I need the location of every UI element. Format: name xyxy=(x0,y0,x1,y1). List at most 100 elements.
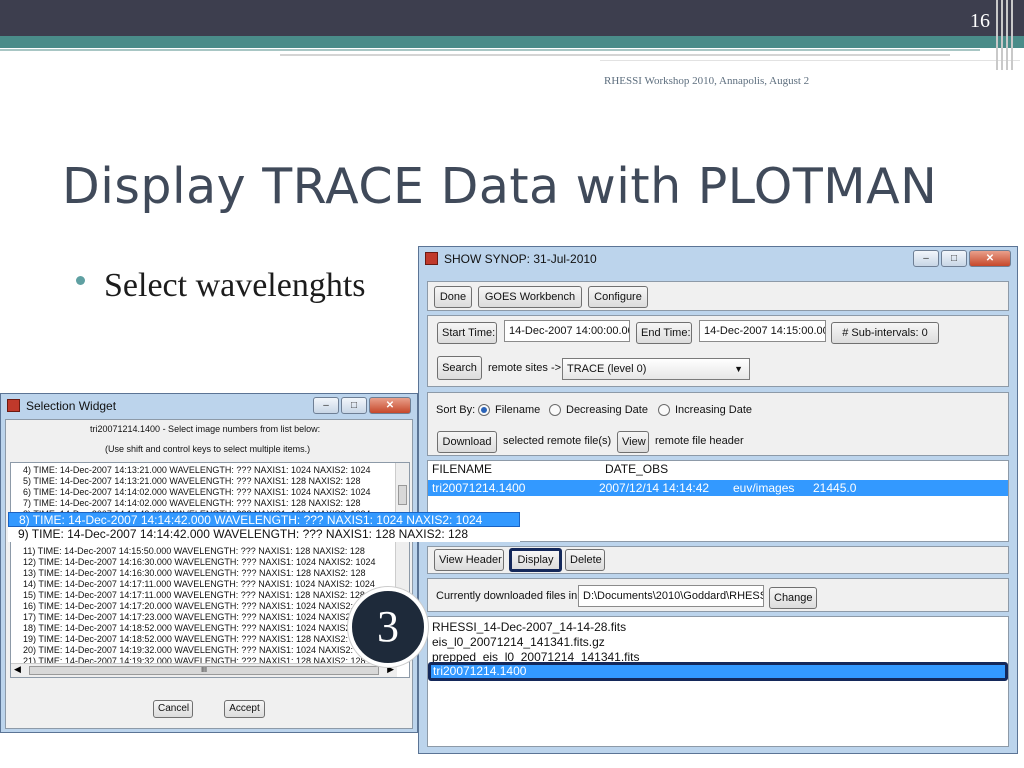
zoomed-next-item[interactable]: 9) TIME: 14-Dec-2007 14:14:42.000 WAVELE… xyxy=(8,527,520,542)
list-item[interactable]: 13) TIME: 14-Dec-2007 14:16:30.000 WAVEL… xyxy=(23,568,366,579)
row-type: euv/images xyxy=(733,481,795,495)
minimize-button[interactable]: – xyxy=(913,250,939,267)
subintervals-button[interactable]: # Sub-intervals: 0 xyxy=(831,322,939,344)
row-value: 21445.0 xyxy=(813,481,857,495)
step-badge: 3 xyxy=(348,587,428,667)
decorative-bars xyxy=(996,0,1018,70)
bullet-item: Select wavelenghts xyxy=(76,262,380,310)
accent-band xyxy=(0,36,1024,48)
window-titlebar: Selection Widget – □ ✕ xyxy=(1,394,417,418)
col-filename-header: FILENAME xyxy=(432,462,493,476)
selection-body: tri20071214.1400 - Select image numbers … xyxy=(5,419,413,729)
scroll-thumb[interactable]: III xyxy=(29,666,379,675)
remote-header-label: remote file header xyxy=(655,435,744,447)
bullet-text: Select wavelenghts xyxy=(104,267,366,304)
list-item[interactable]: 6) TIME: 14-Dec-2007 14:14:02.000 WAVELE… xyxy=(23,487,371,498)
remote-site-value: TRACE (level 0) xyxy=(567,363,647,375)
sort-filename-label: Filename xyxy=(495,404,541,416)
col-date-header: DATE_OBS xyxy=(605,462,669,476)
maximize-button[interactable]: □ xyxy=(341,397,367,414)
download-dir-panel: Currently downloaded files in: D:\Docume… xyxy=(427,578,1009,612)
bullet-dot-icon xyxy=(76,276,85,285)
header-band xyxy=(0,0,1024,36)
row-date: 2007/12/14 14:14:42 xyxy=(599,481,710,495)
download-path-field[interactable]: D:\Documents\2010\Goddard\RHESS xyxy=(578,585,764,607)
goes-workbench-button[interactable]: GOES Workbench xyxy=(478,286,582,308)
configure-button[interactable]: Configure xyxy=(588,286,648,308)
list-item[interactable]: 17) TIME: 14-Dec-2007 14:17:23.000 WAVEL… xyxy=(23,612,376,623)
app-icon xyxy=(425,252,438,265)
window-title: Selection Widget xyxy=(26,399,117,413)
delete-button[interactable]: Delete xyxy=(565,549,605,571)
zoomed-selected-text: 8) TIME: 14-Dec-2007 14:14:42.000 WAVELE… xyxy=(19,513,483,527)
list-item[interactable]: 7) TIME: 14-Dec-2007 14:14:02.000 WAVELE… xyxy=(23,498,361,509)
scroll-thumb[interactable] xyxy=(398,485,407,505)
list-item[interactable]: 16) TIME: 14-Dec-2007 14:17:20.000 WAVEL… xyxy=(23,601,376,612)
instruction-hint: (Use shift and control keys to select mu… xyxy=(105,444,311,454)
list-item[interactable]: 20) TIME: 14-Dec-2007 14:19:32.000 WAVEL… xyxy=(23,645,376,656)
window-titlebar: SHOW SYNOP: 31-Jul-2010 – □ ✕ xyxy=(419,247,1017,271)
zoomed-selected-item[interactable]: 8) TIME: 14-Dec-2007 14:14:42.000 WAVELE… xyxy=(8,512,520,527)
display-button[interactable]: Display xyxy=(509,548,562,572)
downloaded-files-label: Currently downloaded files in: xyxy=(436,590,581,602)
sort-panel: Sort By: Filename Decreasing Date Increa… xyxy=(427,392,1009,456)
list-item[interactable]: 14) TIME: 14-Dec-2007 14:17:11.000 WAVEL… xyxy=(23,579,375,590)
row-filename: tri20071214.1400 xyxy=(432,481,526,495)
file-action-bar: View Header Display Delete xyxy=(427,546,1009,574)
table-row[interactable]: tri20071214.1400 2007/12/14 14:14:42 euv… xyxy=(428,480,1008,496)
selection-widget-window: Selection Widget – □ ✕ tri20071214.1400 … xyxy=(0,393,418,733)
list-item[interactable]: eis_l0_20071214_141341.fits.gz xyxy=(432,635,605,649)
list-item[interactable]: RHESSI_14-Dec-2007_14-14-28.fits xyxy=(432,620,626,634)
divider-line xyxy=(0,49,980,51)
start-time-button[interactable]: Start Time: xyxy=(437,322,497,344)
slide-number: 16 xyxy=(970,10,990,32)
end-time-field[interactable]: 14-Dec-2007 14:15:00.00( xyxy=(699,320,826,342)
remote-site-select[interactable]: TRACE (level 0) ▼ xyxy=(562,358,750,380)
done-button[interactable]: Done xyxy=(434,286,472,308)
view-header-button[interactable]: View Header xyxy=(434,549,504,571)
close-button[interactable]: ✕ xyxy=(969,250,1011,267)
window-title: SHOW SYNOP: 31-Jul-2010 xyxy=(444,252,597,266)
remote-sites-label: remote sites -> xyxy=(488,362,562,374)
maximize-button[interactable]: □ xyxy=(941,250,967,267)
list-item[interactable]: 15) TIME: 14-Dec-2007 14:17:11.000 WAVEL… xyxy=(23,590,365,601)
list-item[interactable]: tri20071214.1400 xyxy=(428,662,1008,681)
local-file-list[interactable]: RHESSI_14-Dec-2007_14-14-28.fits eis_l0_… xyxy=(427,616,1009,747)
scroll-left-icon[interactable]: ◀ xyxy=(14,664,21,675)
end-time-button[interactable]: End Time: xyxy=(636,322,692,344)
list-item[interactable]: 4) TIME: 14-Dec-2007 14:13:21.000 WAVELE… xyxy=(23,465,371,476)
list-item[interactable]: 12) TIME: 14-Dec-2007 14:16:30.000 WAVEL… xyxy=(23,557,376,568)
list-item[interactable]: 11) TIME: 14-Dec-2007 14:15:50.000 WAVEL… xyxy=(23,546,365,557)
divider-line xyxy=(600,60,1020,61)
show-synop-window: SHOW SYNOP: 31-Jul-2010 – □ ✕ Done GOES … xyxy=(418,246,1018,754)
list-item[interactable]: 19) TIME: 14-Dec-2007 14:18:52.000 WAVEL… xyxy=(23,634,366,645)
start-time-field[interactable]: 14-Dec-2007 14:00:00.00( xyxy=(504,320,630,342)
zoomed-next-text: 9) TIME: 14-Dec-2007 14:14:42.000 WAVELE… xyxy=(18,527,469,541)
minimize-button[interactable]: – xyxy=(313,397,339,414)
selected-file-name: tri20071214.1400 xyxy=(433,664,527,678)
change-button[interactable]: Change xyxy=(769,587,817,609)
sort-decreasing-radio[interactable] xyxy=(549,404,561,416)
sort-decreasing-label: Decreasing Date xyxy=(566,404,648,416)
search-button[interactable]: Search xyxy=(437,356,482,380)
sort-increasing-label: Increasing Date xyxy=(675,404,753,416)
close-button[interactable]: ✕ xyxy=(369,397,411,414)
download-button[interactable]: Download xyxy=(437,431,497,453)
instruction-text: tri20071214.1400 - Select image numbers … xyxy=(90,424,321,434)
sort-by-label: Sort By: xyxy=(436,404,476,416)
list-item[interactable]: 5) TIME: 14-Dec-2007 14:13:21.000 WAVELE… xyxy=(23,476,361,487)
list-item[interactable]: 18) TIME: 14-Dec-2007 14:18:52.000 WAVEL… xyxy=(23,623,376,634)
chevron-down-icon: ▼ xyxy=(734,364,743,374)
search-panel: Start Time: 14-Dec-2007 14:00:00.00( End… xyxy=(427,315,1009,387)
view-button[interactable]: View xyxy=(617,431,649,453)
app-icon xyxy=(7,399,20,412)
workshop-caption: RHESSI Workshop 2010, Annapolis, August … xyxy=(604,75,810,87)
sort-increasing-radio[interactable] xyxy=(658,404,670,416)
image-list[interactable]: 4) TIME: 14-Dec-2007 14:13:21.000 WAVELE… xyxy=(10,462,410,678)
selected-remote-label: selected remote file(s) xyxy=(503,435,612,447)
sort-filename-radio[interactable] xyxy=(478,404,490,416)
divider-line xyxy=(280,54,950,56)
horizontal-scrollbar[interactable]: ◀ III ▶ xyxy=(11,663,397,677)
accept-button[interactable]: Accept xyxy=(224,700,265,718)
cancel-button[interactable]: Cancel xyxy=(153,700,193,718)
